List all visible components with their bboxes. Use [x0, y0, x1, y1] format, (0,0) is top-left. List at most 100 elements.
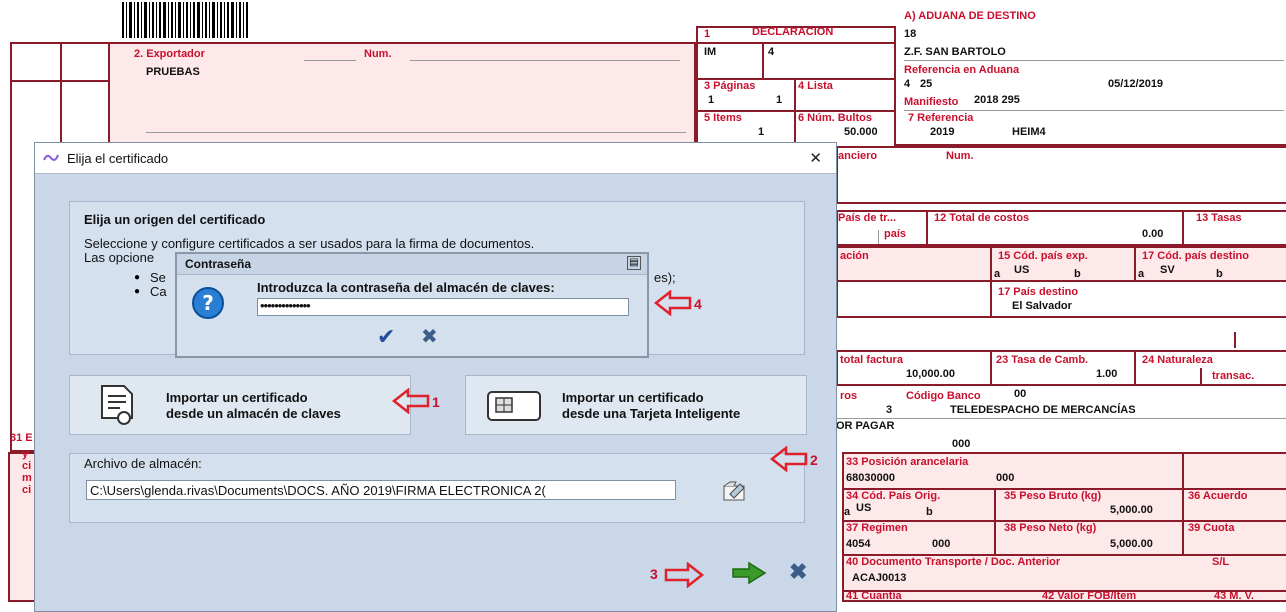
cod-pais-exp-b: b [1074, 268, 1081, 280]
password-prompt: Introduzca la contraseña del almacén de … [257, 280, 555, 295]
por-pagar-value: 000 [952, 438, 971, 450]
items-label: 5 Items [704, 112, 742, 124]
regimen-value: 4054 [846, 538, 871, 550]
svg-text:?: ? [202, 291, 214, 315]
close-icon[interactable]: ✕ [809, 149, 822, 167]
password-cancel-icon[interactable]: ✖ [421, 324, 438, 349]
referencia-label: 7 Referencia [908, 112, 974, 124]
password-input[interactable]: •••••••••••••• [257, 298, 629, 316]
dialog-titlebar[interactable]: Elija el certificado ✕ [35, 143, 836, 174]
restore-icon[interactable]: ▤ [627, 256, 641, 270]
ref-aduana-label: Referencia en Aduana [904, 64, 1020, 76]
bullet-dot: ● [134, 286, 141, 297]
pais-label: país [884, 228, 907, 240]
num2-label: Num. [946, 150, 974, 162]
import-store-line1: Importar un certificado [166, 390, 308, 405]
total-factura-value: 10,000.00 [906, 368, 955, 380]
manifiesto-label: Manifiesto [904, 96, 959, 108]
cod-pais-exp-label: 15 Cód. país exp. [998, 250, 1088, 262]
import-card-line1: Importar un certificado [562, 390, 704, 405]
transac-label: transac. [1212, 370, 1255, 382]
cancel-icon[interactable]: ✖ [789, 559, 807, 585]
financiero-label: anciero [838, 150, 878, 162]
cod-pais-orig-b: b [926, 506, 933, 518]
decl-value2: 4 [768, 46, 775, 58]
referencia-year: 2019 [930, 126, 955, 138]
password-titlebar[interactable]: Contraseña ▤ [177, 254, 647, 275]
teledespacho-label: TELEDESPACHO DE MERCANCÍAS [950, 404, 1136, 416]
bullet-dot: ● [134, 272, 141, 283]
sl-label: S/L [1212, 556, 1230, 568]
tasas-label: 13 Tasas [1196, 212, 1242, 224]
ref-aduana-v2: 25 [920, 78, 933, 90]
declaracion-label: DECLARACION [752, 26, 834, 38]
cod-pais-exp-a: a [994, 268, 1001, 280]
paginas-v2: 1 [776, 94, 783, 106]
box31-l3: ci [22, 460, 32, 472]
naturaleza-label: 24 Naturaleza [1142, 354, 1213, 366]
origin-title: Elija un origen del certificado [84, 212, 266, 227]
annotation-arrow-1 [392, 388, 430, 414]
peso-neto-label: 38 Peso Neto (kg) [1004, 522, 1097, 534]
annotation-2: 2 [810, 452, 818, 468]
regimen-sub: 000 [932, 538, 951, 550]
cod-pais-orig-label: 34 Cód. País Orig. [846, 490, 941, 502]
decl-value1: IM [704, 46, 717, 58]
total-factura-label: total factura [840, 354, 903, 366]
pos-arancel-label: 33 Posición arancelaria [846, 456, 969, 468]
password-value: •••••••••••••• [260, 298, 311, 313]
dialog-title: Elija el certificado [67, 151, 169, 166]
ref-aduana-date: 05/12/2019 [1108, 78, 1164, 90]
origin-desc1: Seleccione y configure certificados a se… [84, 236, 535, 251]
password-ok-icon[interactable]: ✔ [377, 324, 395, 350]
archivo-input[interactable]: C:\Users\glenda.rivas\Documents\DOCS. AÑ… [86, 480, 676, 500]
cod-pais-dest-a: a [1138, 268, 1145, 280]
cuantia-label: 41 Cuantía [846, 590, 902, 602]
browse-folder-icon[interactable] [722, 480, 748, 502]
annotation-arrow-3 [664, 562, 704, 588]
origin-desc2: Las opcione [84, 250, 155, 265]
import-store-button[interactable]: Importar un certificado desde un almacén… [69, 375, 411, 435]
box31-l5: ci [22, 484, 32, 496]
archivo-label: Archivo de almacén: [84, 456, 202, 471]
annotation-3: 3 [650, 566, 658, 582]
box31-l2: y [22, 448, 29, 460]
cod-pais-exp-value: US [1014, 264, 1030, 276]
acuerdo-label: 36 Acuerdo [1188, 490, 1248, 502]
pais-destino-label: 17 País destino [998, 286, 1079, 298]
aduana-name: Z.F. SAN BARTOLO [904, 46, 1006, 58]
exportador-label: 2. Exportador [134, 48, 205, 60]
box31-label: 31 E [10, 432, 33, 444]
ref-aduana-v1: 4 [904, 78, 911, 90]
annotation-arrow-2 [770, 446, 808, 472]
items-value: 1 [758, 126, 765, 138]
archivo-panel: Archivo de almacén: C:\Users\glenda.riva… [69, 453, 805, 523]
import-card-button[interactable]: Importar un certificado desde una Tarjet… [465, 375, 807, 435]
bullet1-text: Se [150, 270, 166, 285]
teledespacho-num: 3 [886, 404, 893, 416]
total-costos-value: 0.00 [1142, 228, 1164, 240]
bultos-value: 50.000 [844, 126, 878, 138]
cuota-label: 39 Cuota [1188, 522, 1235, 534]
doc-transporte-value: ACAJ0013 [852, 572, 907, 584]
cod-pais-orig-value: US [856, 502, 872, 514]
pos-arancel-sub: 000 [996, 472, 1015, 484]
cod-pais-dest-b: b [1216, 268, 1223, 280]
barcode-icon [122, 2, 248, 38]
num-label: Num. [364, 48, 392, 60]
bullet2-text: Ca [150, 284, 167, 299]
aduana-destino-label: A) ADUANA DE DESTINO [904, 10, 1036, 22]
paginas-v1: 1 [708, 94, 715, 106]
total-costos-label: 12 Total de costos [934, 212, 1030, 224]
next-arrow-icon[interactable] [731, 561, 767, 585]
annotation-4: 4 [694, 296, 702, 312]
lista-label: 4 Lista [798, 80, 833, 92]
paginas-label: 3 Páginas [704, 80, 756, 92]
ros-label: ros [840, 390, 858, 402]
referencia-code: HEIM4 [1012, 126, 1046, 138]
tasa-cambio-value: 1.00 [1096, 368, 1118, 380]
regimen-label: 37 Regimen [846, 522, 908, 534]
password-dialog: Contraseña ▤ ? Introduzca la contraseña … [175, 252, 649, 358]
ubicacion-label: ación [840, 250, 869, 262]
pais-destino-value: El Salvador [1012, 300, 1072, 312]
